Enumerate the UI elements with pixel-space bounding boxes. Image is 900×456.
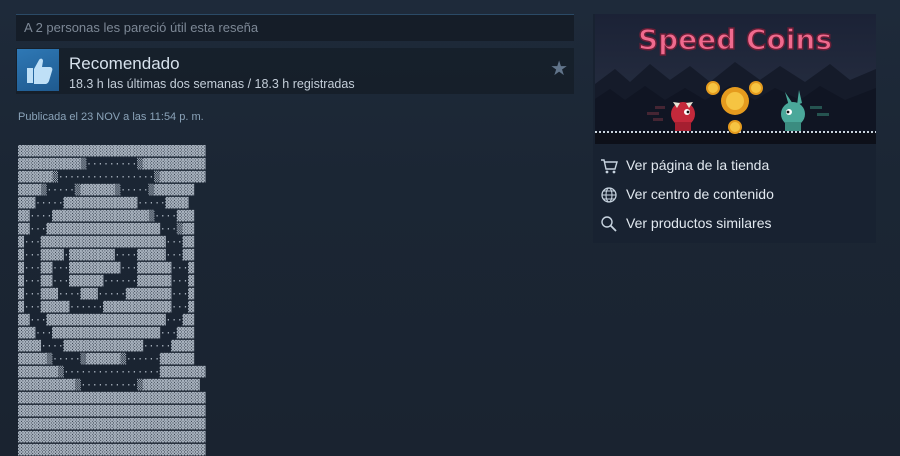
similar-products-label[interactable]: Ver productos similares	[626, 215, 772, 231]
recommendation-label[interactable]: Recomendado	[69, 54, 180, 74]
search-icon	[601, 216, 617, 232]
similar-products-link[interactable]: Ver productos similares	[593, 211, 876, 237]
globe-icon	[601, 187, 617, 203]
store-page-link[interactable]: Ver página de la tienda	[593, 153, 876, 179]
game-sidebar: Speed Coins Ver página de la tienda Ver …	[593, 14, 876, 243]
star-icon[interactable]: ★	[550, 59, 568, 79]
store-page-label[interactable]: Ver página de la tienda	[626, 157, 769, 173]
game-title: Speed Coins	[638, 23, 832, 56]
helpful-count: A 2 personas les pareció útil esta reseñ…	[16, 14, 574, 41]
community-hub-link[interactable]: Ver centro de contenido	[593, 182, 876, 208]
review-ascii-art: ▓▓▓▓▓▓▓▓▓▓▓▓▓▓▓▓▓▓▓▓▓▓▓▓▓▓▓▓▓▓▓▓▓ ▓▓▓▓▓▓…	[18, 146, 206, 456]
thumbs-up-icon	[17, 49, 59, 91]
cart-icon	[601, 159, 618, 174]
playtime: 18.3 h las últimas dos semanas / 18.3 h …	[69, 77, 355, 91]
game-capsule-image[interactable]: Speed Coins	[595, 14, 876, 144]
recommendation-header[interactable]: Recomendado 18.3 h las últimas dos seman…	[16, 48, 574, 94]
community-hub-label[interactable]: Ver centro de contenido	[626, 186, 774, 202]
posted-date: Publicada el 23 NOV a las 11:54 p. m.	[18, 111, 204, 123]
